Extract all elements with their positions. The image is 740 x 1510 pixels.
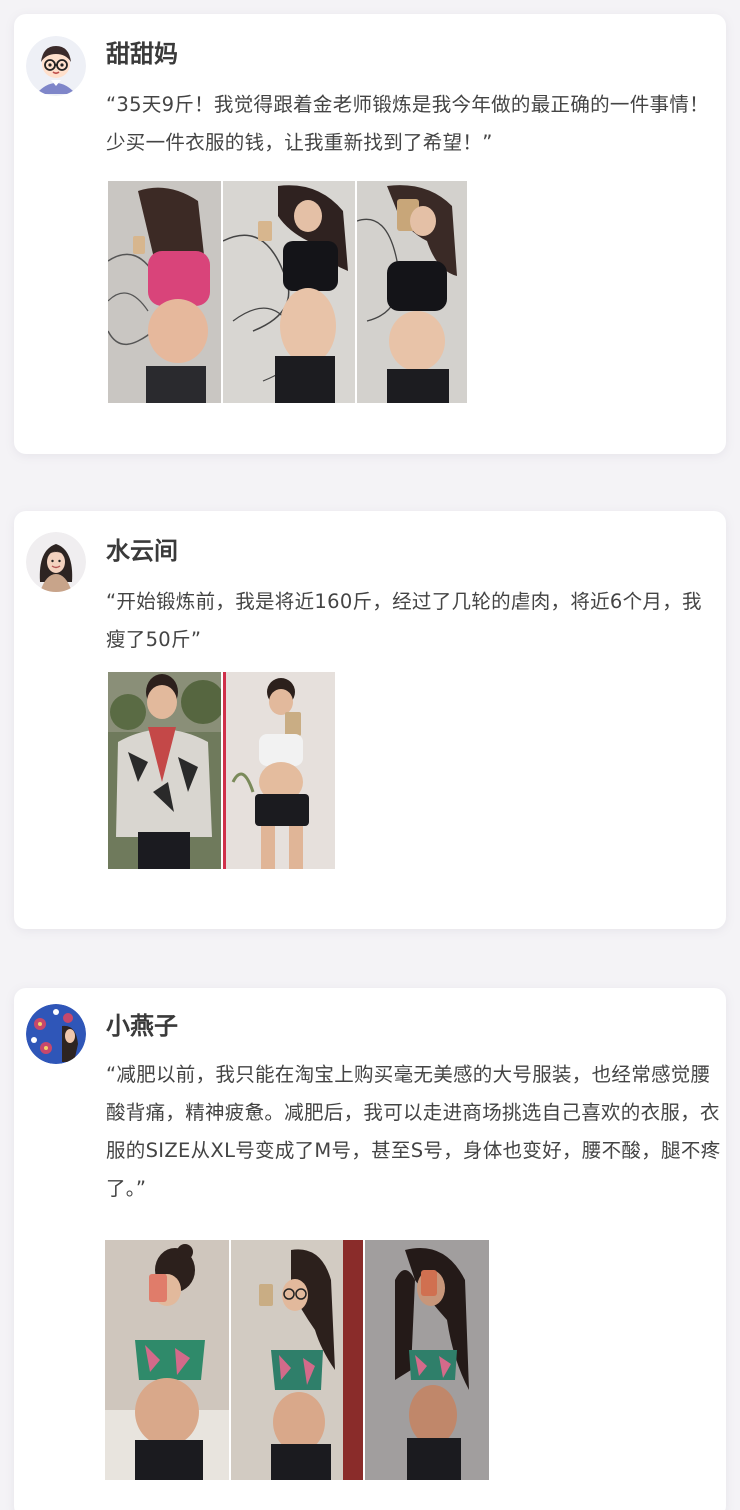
progress-photo[interactable] bbox=[223, 181, 355, 403]
before-photo[interactable] bbox=[108, 672, 221, 869]
testimonial-card-3: 小燕子 “减肥以前，我只能在淘宝上购买毫无美感的大号服装，也经常感觉腰酸背痛，精… bbox=[14, 988, 726, 1510]
progress-photo[interactable] bbox=[108, 181, 221, 403]
before-after-photo-strip bbox=[108, 181, 467, 403]
testimonial-feed: 甜甜妈 “35天9斤！我觉得跟着金老师锻炼是我今年做的最正确的一件事情！少买一件… bbox=[0, 0, 740, 1510]
progress-photo[interactable] bbox=[357, 181, 467, 403]
testimonial-card-1: 甜甜妈 “35天9斤！我觉得跟着金老师锻炼是我今年做的最正确的一件事情！少买一件… bbox=[14, 14, 726, 454]
testimonial-quote: “开始锻炼前，我是将近160斤，经过了几轮的虐肉，将近6个月，我瘦了50斤” bbox=[106, 590, 702, 651]
progress-photo[interactable] bbox=[365, 1240, 489, 1480]
user-name: 水云间 bbox=[106, 537, 178, 565]
testimonial-card-2: 水云间 “开始锻炼前，我是将近160斤，经过了几轮的虐肉，将近6个月，我瘦了50… bbox=[14, 511, 726, 929]
progress-photo[interactable] bbox=[105, 1240, 229, 1480]
testimonial-quote: “减肥以前，我只能在淘宝上购买毫无美感的大号服装，也经常感觉腰酸背痛，精神疲惫。… bbox=[106, 1063, 721, 1200]
after-photo[interactable] bbox=[223, 672, 335, 869]
avatar-cartoon-glasses-icon[interactable] bbox=[26, 36, 86, 96]
user-name: 甜甜妈 bbox=[106, 40, 178, 68]
avatar-floral-pattern-icon[interactable] bbox=[26, 1004, 86, 1064]
testimonial-quote: “35天9斤！我觉得跟着金老师锻炼是我今年做的最正确的一件事情！少买一件衣服的钱… bbox=[106, 93, 709, 154]
avatar-woman-illustration-icon[interactable] bbox=[26, 532, 86, 592]
progress-photo[interactable] bbox=[231, 1240, 363, 1480]
before-after-photo-strip bbox=[108, 672, 335, 869]
before-after-photo-strip bbox=[105, 1240, 489, 1480]
user-name: 小燕子 bbox=[106, 1012, 178, 1040]
